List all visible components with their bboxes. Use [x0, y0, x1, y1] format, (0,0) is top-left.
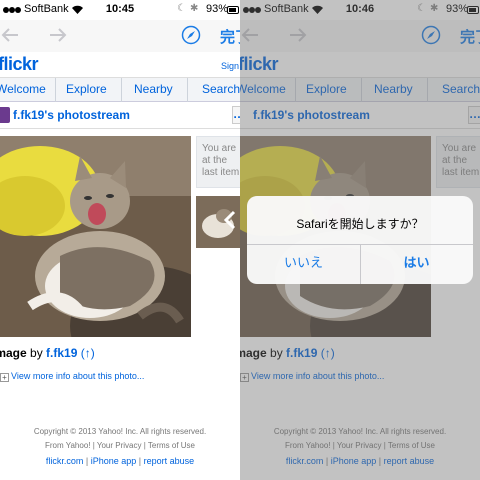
- confirm-button[interactable]: はい: [360, 244, 473, 284]
- photostream-title[interactable]: f.fk19's photostream: [13, 108, 130, 122]
- flickr-logo[interactable]: flickr: [0, 54, 39, 75]
- tab-search[interactable]: Search: [202, 82, 240, 96]
- moon-icon: ☾: [177, 3, 186, 14]
- tab-divider: [121, 78, 122, 102]
- caption-prefix: Image: [0, 346, 27, 360]
- alert-message: Safariを開始しますか？: [296, 217, 424, 231]
- battery-icon: [227, 6, 239, 14]
- iphone-app-link[interactable]: iPhone app: [91, 456, 137, 466]
- cat-photo[interactable]: [0, 136, 191, 337]
- report-abuse-link[interactable]: report abuse: [144, 456, 195, 466]
- tab-nearby[interactable]: Nearby: [134, 82, 173, 96]
- tab-divider: [187, 78, 188, 102]
- nav-tabs: Welcome Explore Nearby Search: [0, 78, 240, 102]
- browser-toolbar: 完了: [0, 20, 240, 52]
- cat-photo-image: [0, 136, 191, 337]
- clock: 10:45: [105, 3, 135, 15]
- up-link[interactable]: (↑): [81, 346, 95, 360]
- flickr-header: flickr Sign In: [0, 52, 240, 78]
- footer-links-bottom: flickr.com | iPhone app | report abuse: [45, 456, 195, 466]
- forward-arrow-icon[interactable]: [48, 26, 68, 44]
- status-bar: SoftBank 10:45 ☾ ✱ 93%: [0, 0, 240, 20]
- bluetooth-icon: ✱: [190, 3, 199, 14]
- more-info-link[interactable]: + View more info about this photo...: [0, 371, 144, 382]
- plus-icon: +: [0, 373, 9, 382]
- sign-in-link[interactable]: Sign In: [221, 61, 240, 71]
- photo-caption: Image by f.fk19 (↑): [0, 346, 95, 360]
- flickr-com-link[interactable]: flickr.com: [46, 456, 84, 466]
- chevron-left-icon[interactable]: [221, 208, 240, 232]
- more-button[interactable]: …: [232, 106, 240, 124]
- open-safari-alert: Safariを開始しますか？ いいえ はい: [247, 196, 473, 284]
- battery-percent: 93%: [206, 3, 229, 15]
- back-arrow-icon[interactable]: [0, 26, 20, 44]
- tab-welcome[interactable]: Welcome: [0, 82, 46, 96]
- owner-link[interactable]: f.fk19: [46, 346, 77, 360]
- tab-explore[interactable]: Explore: [66, 82, 107, 96]
- safari-compass-icon[interactable]: [181, 25, 201, 45]
- done-button[interactable]: 完了: [220, 26, 240, 47]
- avatar[interactable]: [0, 107, 10, 123]
- caption-by: by: [26, 346, 47, 360]
- more-info-text[interactable]: View more info about this photo...: [11, 371, 144, 381]
- cancel-button[interactable]: いいえ: [247, 244, 360, 284]
- copyright-text: Copyright © 2013 Yahoo! Inc. All rights …: [33, 427, 207, 436]
- photostream-header: f.fk19's photostream …: [0, 103, 240, 129]
- footer-links[interactable]: From Yahoo! | Your Privacy | Terms of Us…: [0, 441, 240, 450]
- last-item-note: You are at the last item.: [196, 136, 240, 188]
- left-screen: SoftBank 10:45 ☾ ✱ 93% 完了 flickr Sign In…: [0, 0, 240, 480]
- tab-divider: [55, 78, 56, 102]
